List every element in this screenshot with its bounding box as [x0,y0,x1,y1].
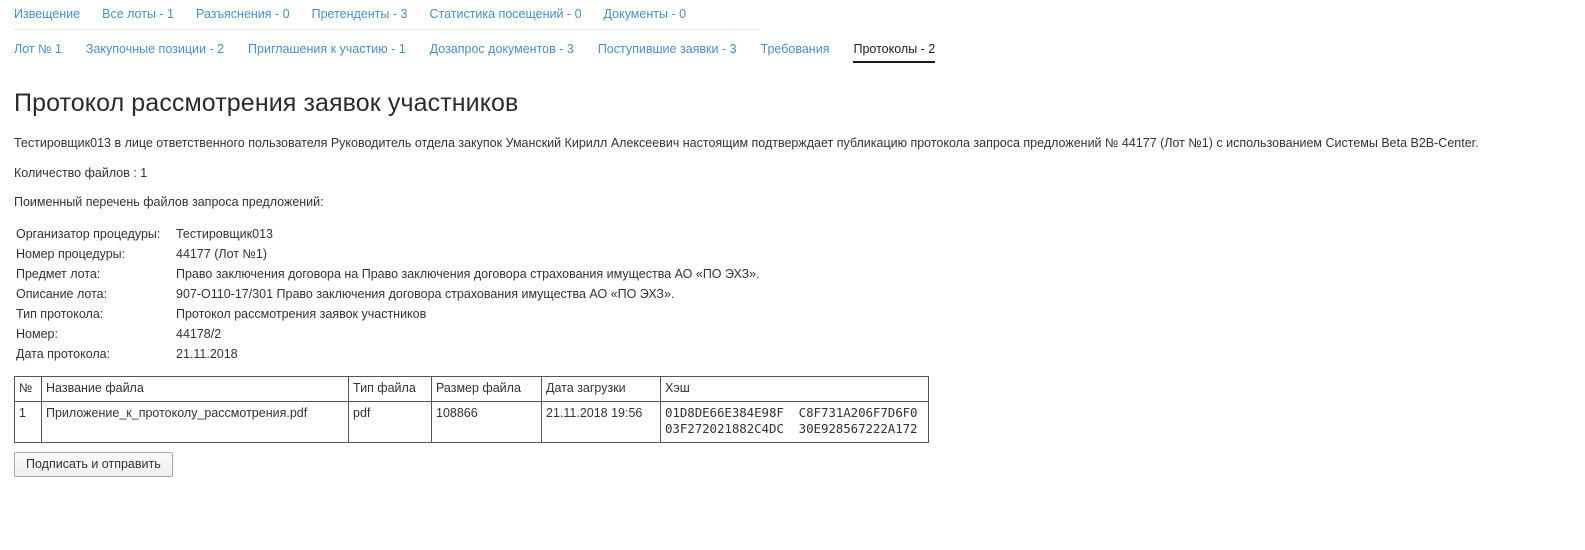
tab-pretendenty[interactable]: Претенденты - 3 [312,7,408,22]
actions-bar: Подписать и отправить [14,452,1585,477]
detail-row-protocol-date: Дата протокола: 21.11.2018 [16,347,1585,367]
primary-tab-bar: Извещение Все лоты - 1 Разъяснения - 0 П… [0,0,1585,26]
detail-value-organizer: Тестировщик013 [176,227,273,241]
detail-value-protocol-date: 21.11.2018 [176,347,238,361]
tab-lot-1[interactable]: Лот № 1 [14,42,62,57]
protocol-intro-text: Тестировщик013 в лице ответственного пол… [14,136,1479,150]
files-table: № Название файла Тип файла Размер файла … [14,376,929,443]
files-list-heading: Поименный перечень файлов запроса предло… [14,195,324,209]
tab-razyasneniya[interactable]: Разъяснения - 0 [196,7,290,22]
detail-value-procedure-number: 44177 (Лот №1) [176,247,267,261]
detail-row-lot-subject: Предмет лота: Право заключения договора … [16,267,1585,287]
detail-label-organizer: Организатор процедуры: [16,227,161,241]
files-table-header-hash: Хэш [660,376,929,402]
detail-label-protocol-type: Тип протокола: [16,307,104,321]
file-row-num: 1 [14,401,42,443]
detail-row-organizer: Организатор процедуры: Тестировщик013 [16,227,1585,247]
page-title: Протокол рассмотрения заявок участников [14,89,519,117]
files-count-line: Количество файлов : 1 [14,166,148,180]
files-table-header-type: Тип файла [348,376,432,402]
file-row-date: 21.11.2018 19:56 [541,401,661,443]
tab-priglasheniya-k-uchastiyu[interactable]: Приглашения к участию - 1 [248,42,406,57]
detail-label-protocol-date: Дата протокола: [16,347,111,361]
detail-value-lot-description: 907-O110-17/301 Право заключения договор… [176,287,675,301]
tab-dokumenty[interactable]: Документы - 0 [604,7,687,22]
file-row-name: Приложение_к_протоколу_рассмотрения.pdf [41,401,349,443]
tab-izveshchenie[interactable]: Извещение [14,7,80,22]
detail-value-lot-subject: Право заключения договора на Право заклю… [176,267,760,281]
file-row-hash: 01D8DE66E384E98F C8F731A206F7D6F0 03F272… [660,401,929,443]
files-table-header-date: Дата загрузки [541,376,661,402]
sign-and-send-button[interactable]: Подписать и отправить [14,452,173,477]
files-table-header-name: Название файла [41,376,349,402]
file-row-type: pdf [348,401,432,443]
detail-label-lot-description: Описание лота: [16,287,108,301]
tab-dozapros-dokumentov[interactable]: Дозапрос документов - 3 [430,42,574,57]
files-table-header-row: № Название файла Тип файла Размер файла … [14,376,929,402]
table-row: 1 Приложение_к_протоколу_рассмотрения.pd… [14,401,929,443]
detail-label-lot-subject: Предмет лота: [16,267,101,281]
tab-protokoly-active[interactable]: Протоколы - 2 [853,42,936,63]
detail-row-lot-description: Описание лота: 907-O110-17/301 Право зак… [16,287,1585,307]
detail-label-procedure-number: Номер процедуры: [16,247,126,261]
detail-value-protocol-type: Протокол рассмотрения заявок участников [176,307,427,321]
file-row-size: 108866 [431,401,542,443]
detail-value-number: 44178/2 [176,327,222,341]
detail-row-procedure-number: Номер процедуры: 44177 (Лот №1) [16,247,1585,267]
tab-zakupochnye-pozicii[interactable]: Закупочные позиции - 2 [86,42,224,57]
tab-trebovaniya[interactable]: Требования [761,42,830,57]
tab-postupivshie-zayavki[interactable]: Поступившие заявки - 3 [598,42,737,57]
protocol-details: Организатор процедуры: Тестировщик013 Но… [16,227,1585,367]
detail-row-number: Номер: 44178/2 [16,327,1585,347]
files-table-header-size: Размер файла [431,376,542,402]
tab-vse-loty[interactable]: Все лоты - 1 [102,7,174,22]
files-table-header-num: № [14,376,42,402]
tab-statistika-poseshcheniy[interactable]: Статистика посещений - 0 [429,7,581,22]
detail-row-protocol-type: Тип протокола: Протокол рассмотрения зая… [16,307,1585,327]
secondary-tab-bar: Лот № 1 Закупочные позиции - 2 Приглашен… [0,30,1585,63]
detail-label-number: Номер: [16,327,58,341]
